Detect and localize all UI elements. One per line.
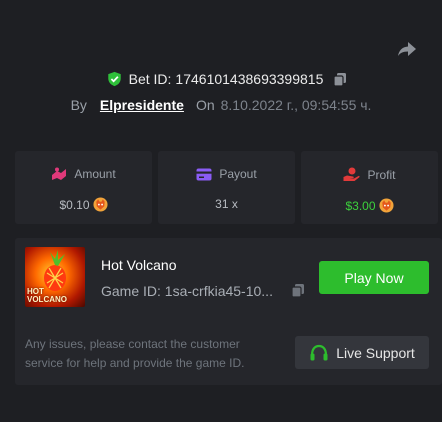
game-id-label: Game ID: (101, 283, 161, 299)
amount-label: Amount (74, 167, 116, 181)
copy-icon[interactable] (291, 283, 305, 298)
headset-icon (310, 344, 328, 360)
on-label: On (195, 97, 215, 113)
live-support-button[interactable]: Live Support (295, 336, 429, 369)
payout-label: Payout (219, 167, 257, 181)
bet-id-label: Bet ID: (128, 71, 172, 87)
help-text: Any issues, please contact the customer … (25, 337, 245, 370)
stat-profit: Profit $3.00 (301, 151, 438, 224)
shib-coin-icon (92, 197, 108, 212)
game-title[interactable]: Hot Volcano (101, 257, 177, 273)
share-button[interactable] (396, 39, 418, 59)
bet-id-value: 1746101438693399815 (175, 71, 324, 87)
shib-coin-icon (378, 198, 394, 213)
live-support-label: Live Support (336, 344, 415, 361)
profit-value: $3.00 (345, 198, 376, 213)
thumb-text-volcano: VOLCANO (27, 295, 67, 304)
stat-payout: Payout 31 x (158, 151, 295, 224)
author-line: By Elpresidente On 8.10.2022 г., 09:54:5… (0, 96, 442, 114)
copy-icon[interactable] (333, 72, 347, 87)
bet-date: 8.10.2022 г., 09:54:55 ч. (220, 97, 372, 113)
card-icon (196, 168, 212, 180)
by-label: By (70, 97, 87, 113)
game-id-value: 1sa-crfkia45-10... (164, 283, 273, 299)
share-arrow-icon (398, 42, 416, 56)
username-link[interactable]: Elpresidente (100, 97, 184, 113)
payout-value: 31 x (215, 197, 238, 211)
amount-value: $0.10 (59, 197, 90, 212)
amount-icon (52, 167, 67, 180)
play-now-button[interactable]: Play Now (319, 261, 429, 294)
profit-label: Profit (367, 167, 396, 182)
bet-stats: Amount $0.10 Payout 31 x Profit $3.00 (15, 151, 442, 224)
bet-id-line: Bet ID: 1746101438693399815 (0, 70, 442, 88)
shield-check-icon (107, 71, 121, 87)
profit-hand-icon (343, 167, 361, 181)
game-thumbnail[interactable]: HOT VOLCANO (25, 247, 85, 307)
game-card: HOT VOLCANO Hot Volcano Game ID: 1sa-crf… (15, 238, 442, 385)
game-id: Game ID: 1sa-crfkia45-10... (101, 283, 273, 299)
stat-amount: Amount $0.10 (15, 151, 152, 224)
